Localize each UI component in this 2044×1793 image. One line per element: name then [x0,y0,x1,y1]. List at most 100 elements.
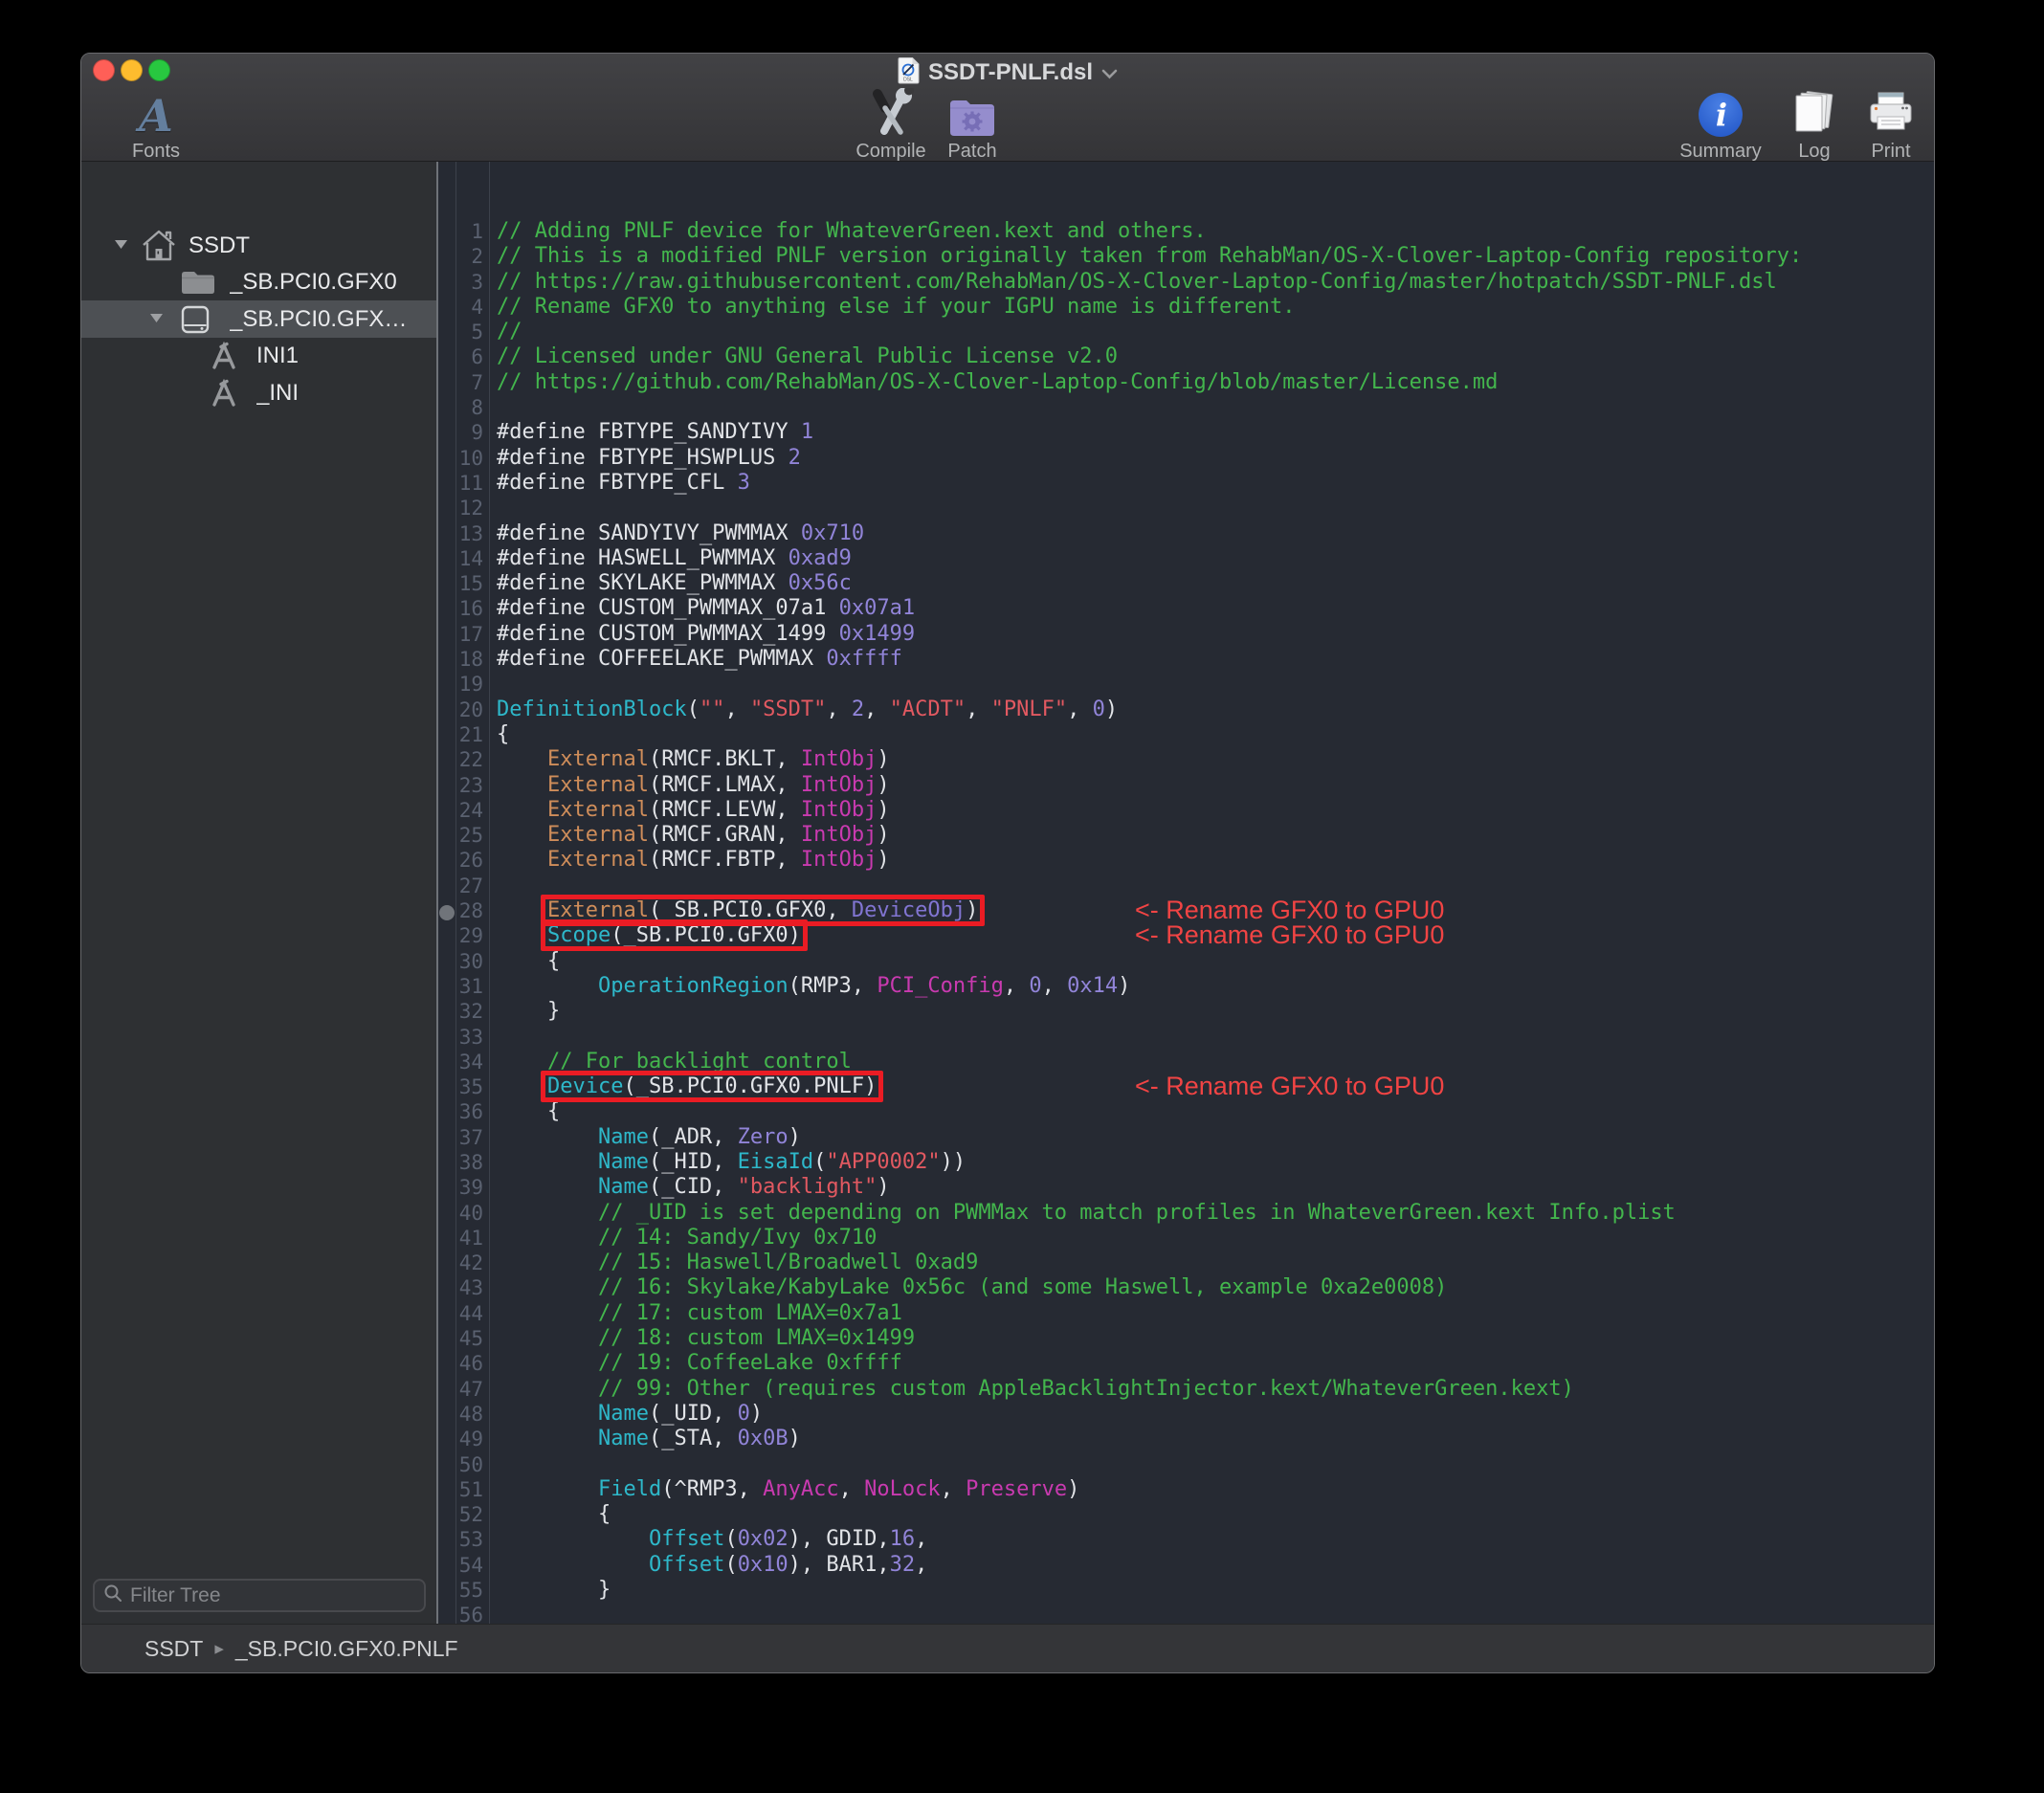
document-icon: DSL [898,57,920,89]
disclosure-triangle-icon[interactable] [113,237,128,255]
sidebar-item-ini[interactable]: _INI [81,374,436,411]
code-text: Name(_UID, 0) [483,1402,763,1427]
line-number: 32 [438,999,483,1024]
code-line: 31 OperationRegion(RMP3, PCI_Config, 0, … [438,974,1934,999]
code-line: 30 { [438,949,1934,974]
line-number: 31 [438,974,483,999]
line-number: 17 [438,622,483,647]
code-text: #define SANDYIVY_PWMMAX 0x710 [483,521,864,546]
line-number: 6 [438,344,483,369]
home-icon [141,229,177,263]
sidebar-item-sb-pci0-gfx0[interactable]: _SB.PCI0.GFX0 [81,264,436,301]
code-line: 52 { [438,1502,1934,1527]
rename-highlight-box [541,1071,883,1102]
line-number: 38 [438,1150,483,1175]
code-line: 15#define SKYLAKE_PWMMAX 0x56c [438,571,1934,596]
code-line: 38 Name(_HID, EisaId("APP0002")) [438,1150,1934,1175]
rename-annotation: <- Rename GFX0 to GPU0 [1135,920,1444,950]
search-icon [103,1583,122,1607]
line-number: 14 [438,546,483,571]
code-text: Name(_STA, 0x0B) [483,1427,801,1451]
print-label: Print [1871,141,1910,163]
code-line: 2// This is a modified PNLF version orig… [438,244,1934,269]
print-button[interactable]: Print [1824,88,1935,163]
code-text: // 15: Haswell/Broadwell 0xad9 [483,1251,978,1275]
minimize-button[interactable] [121,59,143,81]
line-number: 52 [438,1502,483,1527]
app-window: DSL SSDT-PNLF.dsl A Fonts [80,53,1935,1673]
code-text [483,1025,497,1050]
sidebar-item-ini1[interactable]: INI1 [81,338,436,375]
code-text: // _UID is set depending on PWMMax to ma… [483,1201,1676,1226]
code-text: #define CUSTOM_PWMMAX_07a1 0x07a1 [483,596,915,621]
line-number: 33 [438,1025,483,1050]
line-number: 24 [438,798,483,823]
code-line: 37 Name(_ADR, Zero) [438,1125,1934,1150]
line-number: 4 [438,295,483,320]
close-button[interactable] [93,59,115,81]
code-line: 51 Field(^RMP3, AnyAcc, NoLock, Preserve… [438,1477,1934,1502]
code-text: // https://github.com/RehabMan/OS-X-Clov… [483,370,1498,395]
code-line: 54 Offset(0x10), BAR1,32, [438,1553,1934,1578]
code-text: #define SKYLAKE_PWMMAX 0x56c [483,571,852,596]
breadcrumb-node: _SB.PCI0.GFX0.PNLF [235,1636,458,1662]
code-text: #define FBTYPE_CFL 3 [483,471,750,496]
line-number: 47 [438,1377,483,1402]
sidebar-item-ssdt[interactable]: SSDT [81,227,436,264]
code-text: Field(^RMP3, AnyAcc, NoLock, Preserve) [483,1477,1079,1502]
code-line: 4// Rename GFX0 to anything else if your… [438,295,1934,320]
code-text [483,874,497,898]
sidebar-item-label: SSDT [189,232,250,259]
code-line: 32 } [438,999,1934,1024]
code-text [483,1452,497,1477]
code-text: // 99: Other (requires custom AppleBackl… [483,1377,1574,1402]
line-number: 5 [438,320,483,344]
sidebar-item-sb-pci0-gfx[interactable]: _SB.PCI0.GFX… [81,300,436,338]
title-chevron-icon[interactable] [1101,67,1118,84]
fonts-button[interactable]: A Fonts [89,88,223,163]
patch-button[interactable]: Patch [905,88,1039,163]
code-text: External(RMCF.LEVW, IntObj) [483,798,890,823]
zoom-button[interactable] [148,59,170,81]
code-text: // Rename GFX0 to anything else if your … [483,295,1295,320]
code-text: } [483,999,560,1024]
breadcrumb-root: SSDT [144,1636,203,1662]
disclosure-triangle-icon[interactable] [148,311,164,328]
code-line: 9#define FBTYPE_SANDYIVY 1 [438,420,1934,445]
line-number: 41 [438,1226,483,1251]
line-number: 13 [438,521,483,546]
line-number: 37 [438,1125,483,1150]
code-text [483,395,497,420]
line-number: 26 [438,848,483,873]
code-text: Name(_CID, "backlight") [483,1175,890,1200]
line-number: 7 [438,370,483,395]
line-number: 49 [438,1427,483,1451]
filter-field[interactable] [93,1579,426,1612]
code-text: External(RMCF.FBTP, IntObj) [483,848,890,873]
code-text: OperationRegion(RMP3, PCI_Config, 0, 0x1… [483,974,1130,999]
code-line: 40 // _UID is set depending on PWMMax to… [438,1201,1934,1226]
line-number: 23 [438,773,483,798]
line-number: 30 [438,949,483,974]
code-text: #define FBTYPE_HSWPLUS 2 [483,446,801,471]
traffic-lights [93,59,170,81]
code-line: 7// https://github.com/RehabMan/OS-X-Clo… [438,370,1934,395]
filter-input[interactable] [130,1584,415,1607]
breadcrumb-arrow-icon: ▸ [214,1638,224,1660]
line-number: 1 [438,219,483,244]
code-text: // 16: Skylake/KabyLake 0x56c (and some … [483,1275,1447,1300]
code-line: 11#define FBTYPE_CFL 3 [438,471,1934,496]
code-line: 21{ [438,722,1934,747]
code-editor[interactable]: 1// Adding PNLF device for WhateverGreen… [438,162,1934,1624]
line-number: 55 [438,1578,483,1603]
window-title-group[interactable]: DSL SSDT-PNLF.dsl [898,59,1118,86]
line-number: 25 [438,823,483,848]
code-lines: 1// Adding PNLF device for WhateverGreen… [438,162,1934,1624]
window-title: SSDT-PNLF.dsl [928,59,1093,86]
code-text: External(RMCF.BKLT, IntObj) [483,747,890,772]
code-text: Offset(0x10), BAR1,32, [483,1553,927,1578]
code-text: // Licensed under GNU General Public Lic… [483,344,1118,369]
line-number: 15 [438,571,483,596]
code-line: 25 External(RMCF.GRAN, IntObj) [438,823,1934,848]
code-line: 42 // 15: Haswell/Broadwell 0xad9 [438,1251,1934,1275]
